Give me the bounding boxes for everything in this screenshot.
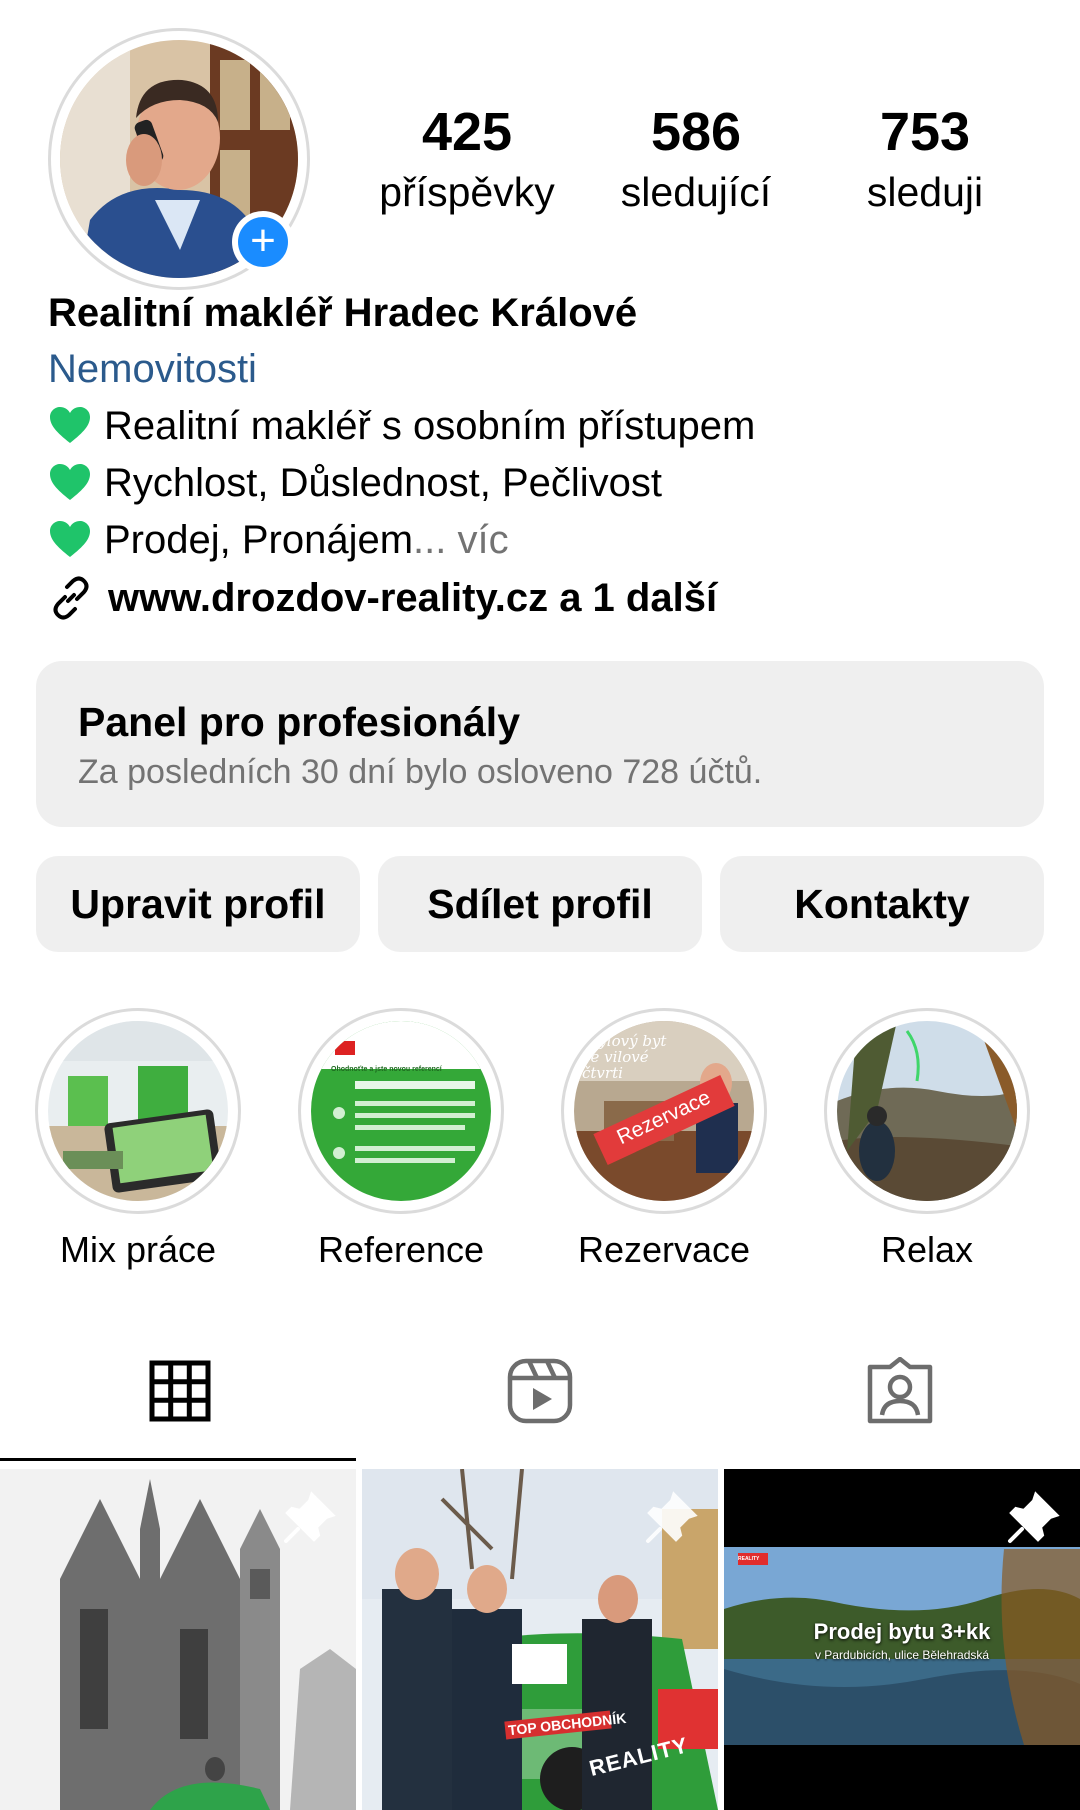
highlight-label: Rezervace bbox=[577, 1229, 751, 1270]
edit-profile-button[interactable]: Upravit profil bbox=[36, 856, 360, 952]
highlight-rezervace[interactable]: Stylový byt ve vilové čtvrti Rezervace R… bbox=[559, 1008, 769, 1272]
pin-icon bbox=[646, 1491, 698, 1543]
profile-category: Nemovitosti bbox=[48, 344, 257, 394]
plus-icon: + bbox=[238, 217, 288, 267]
more-link[interactable]: víc bbox=[458, 518, 509, 562]
post-tile[interactable] bbox=[0, 1469, 356, 1810]
post-tile[interactable]: REALITY Prodej bytu 3+kk v Pardubicích, … bbox=[724, 1469, 1080, 1810]
highlight-label: Reference bbox=[317, 1229, 485, 1270]
highlight-cover bbox=[837, 1021, 1017, 1201]
highlight-ring: Ohodnoťte a jste novou referencí bbox=[298, 1008, 504, 1214]
bio-text: Rychlost, Důslednost, Pečlivost bbox=[104, 461, 663, 505]
profile-link[interactable]: www.drozdov-reality.cz a 1 další bbox=[48, 573, 717, 623]
bio-text: Prodej, Pronájem bbox=[104, 518, 414, 562]
highlight-cover: Stylový byt ve vilové čtvrti Rezervace bbox=[574, 1021, 754, 1201]
tab-tagged[interactable] bbox=[720, 1356, 1080, 1426]
dashboard-subtitle: Za posledních 30 dní bylo osloveno 728 ú… bbox=[78, 753, 763, 791]
stat-followers[interactable]: 586 sledující bbox=[596, 100, 796, 220]
stat-posts[interactable]: 425 příspěvky bbox=[367, 100, 567, 220]
highlight-label: Relax bbox=[880, 1229, 974, 1270]
post-subcaption: v Pardubicích, ulice Bělehradská bbox=[814, 1648, 990, 1662]
add-story-button[interactable]: + bbox=[232, 211, 294, 273]
bio-text: Realitní makléř s osobním přístupem bbox=[104, 404, 756, 448]
bio-line: Realitní makléř s osobním přístupem bbox=[48, 401, 755, 451]
highlight-cover-heading: Ohodnoťte a jste novou referencí bbox=[331, 1066, 442, 1073]
stat-label: sleduji bbox=[866, 169, 984, 215]
stat-value: 753 bbox=[879, 102, 971, 162]
highlight-mix-prace[interactable]: Mix práce bbox=[33, 1008, 243, 1272]
stat-label: sledující bbox=[620, 169, 772, 215]
category-label: Nemovitosti bbox=[48, 347, 257, 391]
highlight-ring: Stylový byt ve vilové čtvrti Rezervace bbox=[561, 1008, 767, 1214]
highlight-ring bbox=[35, 1008, 241, 1214]
stat-following[interactable]: 753 sleduji bbox=[825, 100, 1025, 220]
active-tab-indicator bbox=[0, 1458, 356, 1461]
green-heart-icon bbox=[50, 521, 90, 557]
dashboard-title: Panel pro profesionály bbox=[78, 699, 520, 745]
reels-icon bbox=[507, 1358, 573, 1424]
post-brand: REALITY bbox=[738, 1556, 760, 1562]
green-heart-icon bbox=[50, 407, 90, 443]
stat-value: 425 bbox=[421, 102, 513, 162]
highlight-reference[interactable]: Ohodnoťte a jste novou referencí Referen… bbox=[296, 1008, 506, 1272]
highlight-relax[interactable]: Relax bbox=[822, 1008, 1032, 1272]
bio-ellipsis: ... bbox=[413, 518, 458, 562]
tagged-icon bbox=[867, 1357, 933, 1424]
highlight-ring bbox=[824, 1008, 1030, 1214]
green-heart-icon bbox=[50, 464, 90, 500]
bio-line: Rychlost, Důslednost, Pečlivost bbox=[48, 458, 662, 508]
share-profile-button[interactable]: Sdílet profil bbox=[378, 856, 702, 952]
link-text: www.drozdov-reality.cz a 1 další bbox=[108, 576, 718, 620]
stat-label: příspěvky bbox=[379, 169, 555, 215]
pin-icon bbox=[1008, 1491, 1060, 1543]
highlight-label: Mix práce bbox=[59, 1229, 217, 1270]
bio-line: Prodej, Pronájem... víc bbox=[48, 515, 509, 565]
grid-icon bbox=[149, 1360, 211, 1422]
highlight-cover: Ohodnoťte a jste novou referencí bbox=[311, 1021, 491, 1201]
stat-value: 586 bbox=[650, 102, 742, 162]
highlight-cover-title: Stylový byt ve vilové čtvrti bbox=[582, 1032, 667, 1082]
contacts-button[interactable]: Kontakty bbox=[720, 856, 1044, 952]
profile-name: Realitní makléř Hradec Králové bbox=[48, 291, 638, 335]
tab-reels[interactable] bbox=[360, 1356, 720, 1426]
post-caption: Prodej bytu 3+kk bbox=[813, 1619, 991, 1644]
pin-icon bbox=[284, 1491, 336, 1543]
tab-grid[interactable] bbox=[0, 1356, 360, 1426]
post-tile[interactable]: TOP OBCHODNÍK REALITY bbox=[362, 1469, 718, 1810]
link-icon bbox=[53, 576, 89, 620]
highlight-cover bbox=[48, 1021, 228, 1201]
